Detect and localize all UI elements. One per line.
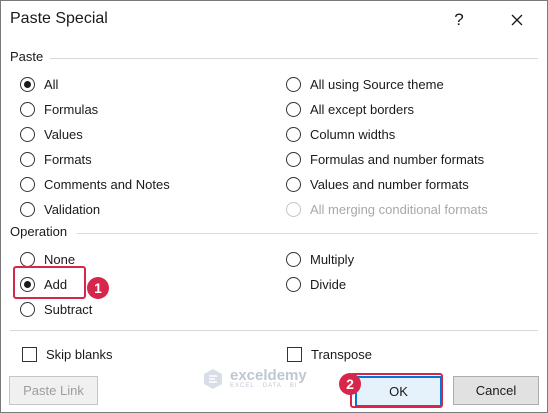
radio-paste-validation[interactable]: Validation [20,199,100,219]
close-icon [511,14,523,26]
radio-button [20,151,35,167]
radio-paste-column-widths[interactable]: Column widths [286,124,395,144]
add-highlight-box [13,266,86,299]
radio-paste-formats[interactable]: Formats [20,149,92,169]
radio-button [20,176,35,192]
checkbox [22,346,37,362]
radio-paste-all-merging-conditional-formats: All merging conditional formats [286,199,488,219]
radio-label: Column widths [310,126,396,142]
ok-highlight-box [350,373,443,408]
radio-label: Multiply [310,251,355,267]
watermark-name: exceldemy [230,367,307,384]
operation-group-divider [77,233,538,234]
radio-button [286,176,301,192]
step-badge-1: 1 [87,277,109,299]
radio-button [286,101,301,117]
radio-label: Divide [310,276,347,292]
checkbox-label: Skip blanks [46,346,113,362]
checkbox-transpose[interactable]: Transpose [287,344,372,364]
radio-button [286,151,301,167]
radio-label: Validation [44,201,101,217]
radio-button [20,201,35,217]
radio-label: Formulas [44,101,99,117]
watermark-tagline: EXCEL · DATA · BI [230,383,298,389]
radio-label: All using Source theme [310,76,444,92]
radio-paste-formulas-number-formats[interactable]: Formulas and number formats [286,149,484,169]
radio-paste-all[interactable]: All [20,74,58,94]
radio-operation-multiply[interactable]: Multiply [286,249,354,269]
radio-button [20,251,35,267]
paste-group-label: Paste [10,49,44,64]
paste-link-button: Paste Link [9,376,98,405]
radio-button [286,201,301,217]
paste-group-divider [50,58,538,59]
radio-button [286,276,301,292]
checkbox [287,346,302,362]
radio-paste-comments-notes[interactable]: Comments and Notes [20,174,170,194]
exceldemy-watermark: exceldemy EXCEL · DATA · BI [201,367,307,391]
radio-operation-subtract[interactable]: Subtract [20,299,92,319]
radio-label: Values [44,126,83,142]
radio-label: All [44,76,59,92]
radio-paste-all-except-borders[interactable]: All except borders [286,99,414,119]
radio-label: None [44,251,76,267]
radio-label: Formulas and number formats [310,151,485,167]
radio-paste-values[interactable]: Values [20,124,83,144]
question-mark-icon: ? [454,10,464,29]
help-button[interactable]: ? [441,5,477,35]
radio-label: All merging conditional formats [310,201,488,217]
options-divider [10,330,538,331]
radio-label: Values and number formats [310,176,469,192]
radio-label: Comments and Notes [44,176,170,192]
radio-button [286,251,301,267]
radio-button [20,101,35,117]
radio-button [286,76,301,92]
close-button[interactable] [499,5,535,35]
radio-button [20,126,35,142]
checkbox-skip-blanks[interactable]: Skip blanks [22,344,112,364]
radio-operation-divide[interactable]: Divide [286,274,346,294]
radio-label: Formats [44,151,92,167]
radio-button [20,76,35,92]
cancel-button[interactable]: Cancel [453,376,539,405]
dialog-title: Paste Special [10,10,108,27]
radio-paste-all-source-theme[interactable]: All using Source theme [286,74,444,94]
radio-label: All except borders [310,101,415,117]
step-badge-2: 2 [339,373,361,395]
paste-special-dialog: Paste Special ? Paste All Formulas Value… [0,0,548,413]
radio-label: Subtract [44,301,93,317]
radio-button [286,126,301,142]
exceldemy-logo-icon [204,369,222,389]
title-bar: Paste Special ? [1,1,547,39]
radio-paste-formulas[interactable]: Formulas [20,99,98,119]
radio-paste-values-number-formats[interactable]: Values and number formats [286,174,469,194]
checkbox-label: Transpose [311,346,372,362]
operation-group-label: Operation [10,224,68,239]
radio-button [20,301,35,317]
